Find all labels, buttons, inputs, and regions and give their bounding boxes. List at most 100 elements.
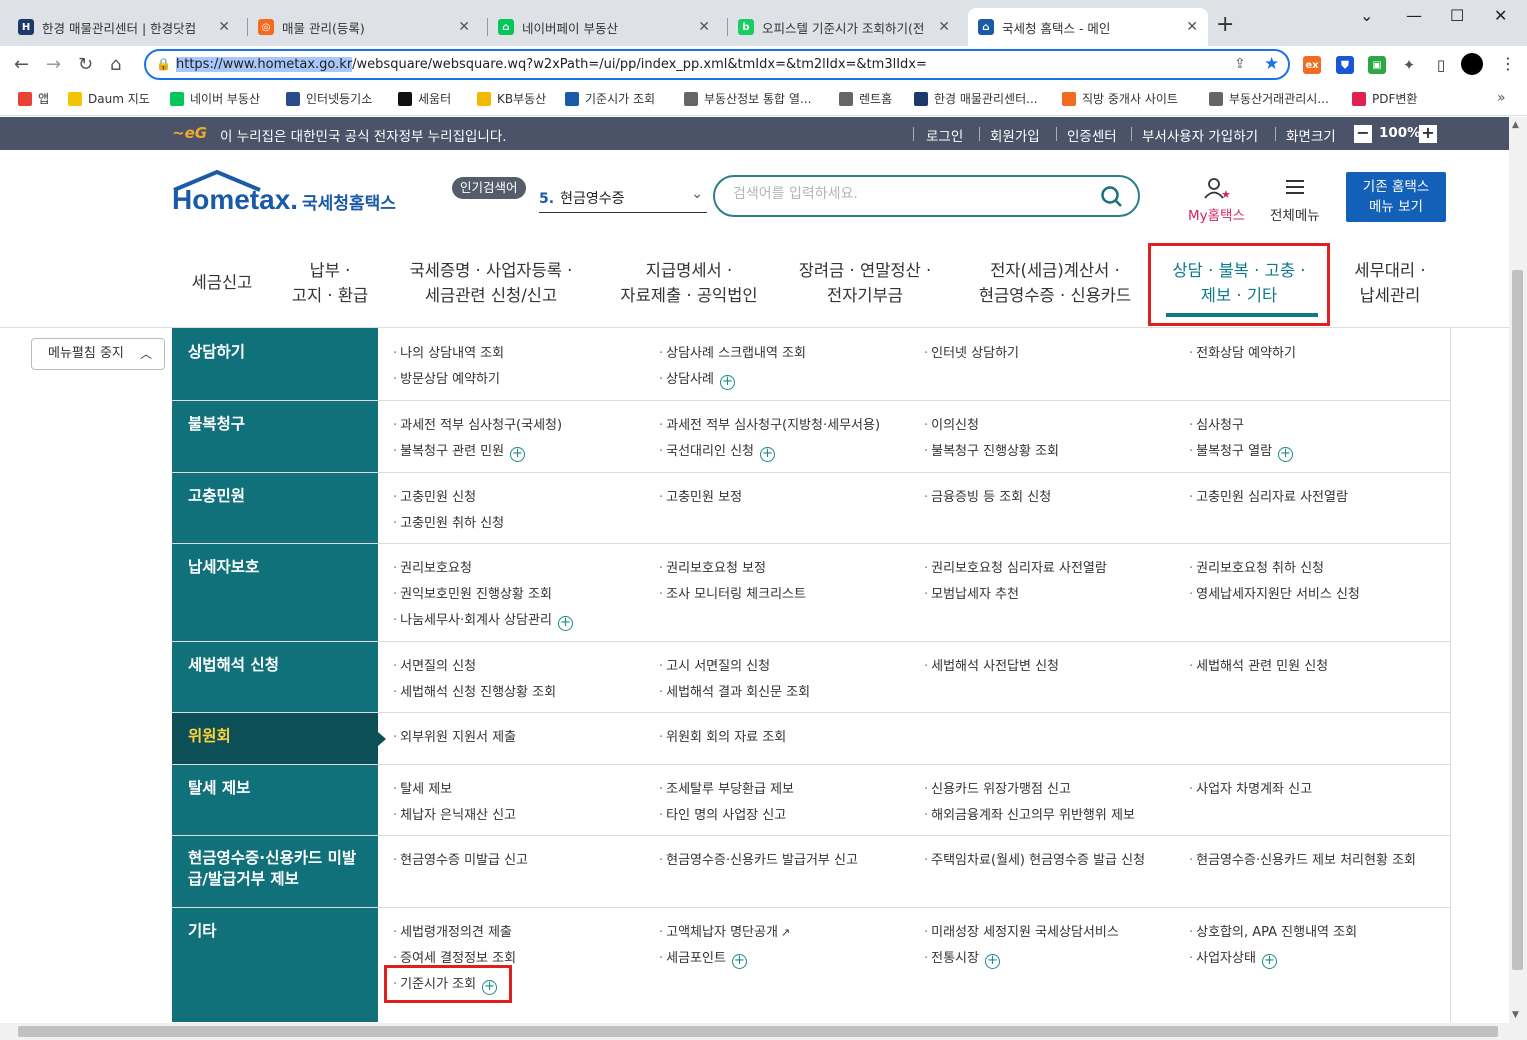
browser-tab-0[interactable]: H 한경 매물관리센터 | 한경닷컴 ✕ — [8, 8, 240, 46]
menu-item[interactable]: 고충민원 취하 신청 — [393, 512, 504, 531]
menu-item[interactable]: 세법해석 결과 회신문 조회 — [659, 681, 810, 700]
menu-item[interactable]: 위원회 회의 자료 조회 — [659, 726, 786, 745]
menu-item[interactable]: 체납자 은닉재산 신고 — [393, 804, 516, 823]
extension-green-icon[interactable]: ▣ — [1368, 56, 1386, 74]
share-icon[interactable]: ⇪ — [1234, 56, 1246, 72]
dept-signup-link[interactable]: 부서사용자 가입하기 — [1142, 125, 1258, 145]
menu-item[interactable]: 현금영수증·신용카드 제보 처리현황 조회 — [1189, 849, 1416, 868]
menu-item[interactable]: 권리보호요청 심리자료 사전열람 — [924, 557, 1107, 576]
menu-item[interactable]: 나의 상담내역 조회 — [393, 342, 504, 361]
tab-close-icon[interactable]: ✕ — [698, 19, 710, 35]
menu-item[interactable]: 과세전 적부 심사청구(국세청) — [393, 414, 562, 433]
category-5[interactable]: 위원회 — [172, 712, 386, 764]
more-menu-icon[interactable]: ⋮ — [1500, 54, 1516, 73]
bookmark-item[interactable]: 렌트홈 — [839, 90, 892, 107]
gnb-menu-2[interactable]: 국세증명 · 사업자등록 · 세금관련 신청/신고 — [381, 258, 601, 308]
forward-icon[interactable]: → — [46, 54, 61, 75]
my-hometax-button[interactable]: ★ My홈택스 — [1188, 176, 1245, 224]
menu-item[interactable]: 조사 모니터링 체크리스트 — [659, 583, 806, 602]
menu-item[interactable]: 세법해석 관련 민원 신청 — [1189, 655, 1328, 674]
bookmarks-overflow-icon[interactable]: » — [1497, 90, 1506, 106]
menu-item[interactable]: 미래성장 세정지원 국세상담서비스 — [924, 921, 1119, 940]
menu-item[interactable]: 국선대리인 신청+ — [659, 440, 775, 462]
menu-item[interactable]: 고액체납자 명단공개↗ — [659, 921, 790, 940]
menu-item[interactable]: 주택임차료(월세) 현금영수증 발급 신청 — [924, 849, 1145, 868]
tab-close-icon[interactable]: ✕ — [218, 19, 230, 35]
bookmark-item[interactable]: 부동산거래관리시... — [1209, 90, 1329, 107]
category-1[interactable]: 불복청구 — [172, 400, 378, 472]
menu-item[interactable]: 나눔세무사·회계사 상담관리+ — [393, 609, 573, 631]
sidepanel-icon[interactable]: ▯ — [1432, 56, 1450, 74]
new-tab-button[interactable]: + — [1216, 12, 1234, 37]
shield-icon[interactable]: ⛊ — [1336, 56, 1354, 74]
bookmark-item[interactable]: PDF변환 — [1352, 90, 1417, 107]
browser-tab-2[interactable]: ⌂ 네이버페이 부동산 ✕ — [488, 8, 720, 46]
menu-item[interactable]: 신용카드 위장가맹점 신고 — [924, 778, 1071, 797]
category-3[interactable]: 납세자보호 — [172, 543, 378, 641]
expand-plus-icon[interactable]: + — [1278, 447, 1294, 462]
menu-item[interactable]: 이의신청 — [924, 414, 979, 433]
minimize-icon[interactable]: — — [1406, 6, 1422, 25]
menu-item[interactable]: 모범납세자 추천 — [924, 583, 1019, 602]
menu-item[interactable]: 불복청구 열람+ — [1189, 440, 1294, 462]
address-bar[interactable]: 🔒 https://www.hometax.go.kr/websquare/we… — [144, 49, 1290, 80]
menu-item[interactable]: 고시 서면질의 신청 — [659, 655, 770, 674]
category-2[interactable]: 고충민원 — [172, 472, 378, 543]
scroll-down-arrow[interactable]: ▼ — [1512, 1010, 1519, 1020]
menu-item[interactable]: 심사청구 — [1189, 414, 1244, 433]
expand-plus-icon[interactable]: + — [557, 616, 573, 631]
menu-item[interactable]: 불복청구 관련 민원+ — [393, 440, 526, 462]
scroll-up-arrow[interactable]: ▲ — [1512, 120, 1519, 130]
browser-tab-3[interactable]: b 오피스텔 기준시가 조회하기(전 ✕ — [728, 8, 960, 46]
menu-item[interactable]: 고충민원 신청 — [393, 486, 476, 505]
menu-item[interactable]: 세법령개정의견 제출 — [393, 921, 512, 940]
menu-item[interactable]: 서면질의 신청 — [393, 655, 476, 674]
extension-icon[interactable]: ex — [1303, 56, 1321, 74]
menu-item[interactable]: 권리보호요청 취하 신청 — [1189, 557, 1324, 576]
profile-avatar[interactable] — [1461, 53, 1483, 75]
menu-item[interactable]: 타인 명의 사업장 신고 — [659, 804, 786, 823]
menu-item[interactable]: 사업자 차명계좌 신고 — [1189, 778, 1312, 797]
menu-item[interactable]: 전통시장+ — [924, 947, 1000, 969]
all-menu-button[interactable]: 전체메뉴 — [1270, 176, 1320, 224]
menu-item[interactable]: 권리보호요청 보정 — [659, 557, 766, 576]
back-icon[interactable]: ← — [14, 54, 29, 75]
bookmark-item[interactable]: 기준시가 조회 — [565, 90, 655, 107]
bookmark-item[interactable]: 네이버 부동산 — [170, 90, 260, 107]
horizontal-scroll-thumb[interactable] — [18, 1026, 1498, 1037]
gnb-menu-4[interactable]: 장려금 · 연말정산 · 전자기부금 — [755, 258, 975, 308]
search-input[interactable] — [733, 186, 1093, 202]
signup-link[interactable]: 회원가입 — [990, 125, 1040, 145]
expand-plus-icon[interactable]: + — [510, 447, 526, 462]
bookmark-star-icon[interactable]: ★ — [1264, 54, 1279, 74]
menu-item[interactable]: 조세탈루 부당환급 제보 — [659, 778, 794, 797]
menu-item[interactable]: 고충민원 심리자료 사전열람 — [1189, 486, 1348, 505]
menu-item[interactable]: 방문상담 예약하기 — [393, 368, 500, 387]
tab-close-icon[interactable]: ✕ — [1186, 19, 1198, 35]
bookmark-item[interactable]: 인터넷등기소 — [286, 90, 372, 107]
category-6[interactable]: 탈세 제보 — [172, 764, 378, 835]
bookmark-item[interactable]: Daum 지도 — [68, 90, 150, 107]
bookmark-item[interactable]: 앱 — [18, 90, 49, 107]
expand-plus-icon[interactable]: + — [731, 954, 747, 969]
home-icon[interactable]: ⌂ — [110, 54, 121, 75]
category-4[interactable]: 세법해석 신청 — [172, 641, 378, 712]
tab-close-icon[interactable]: ✕ — [938, 19, 950, 35]
menu-item[interactable]: 현금영수증·신용카드 발급거부 신고 — [659, 849, 858, 868]
expand-plus-icon[interactable]: + — [719, 375, 735, 390]
menu-item[interactable]: 영세납세자지원단 서비스 신청 — [1189, 583, 1360, 602]
bookmark-item[interactable]: 한경 매물관리센터... — [914, 90, 1038, 107]
maximize-icon[interactable]: ☐ — [1450, 6, 1464, 25]
expand-plus-icon[interactable]: + — [1261, 954, 1277, 969]
menu-fold-toggle-button[interactable]: 메뉴펼침 중지 ︿ — [31, 338, 165, 370]
menu-item[interactable]: 증여세 결정정보 조회 — [393, 947, 516, 966]
expand-plus-icon[interactable]: + — [984, 954, 1000, 969]
bookmark-item[interactable]: 부동산정보 통합 열... — [684, 90, 811, 107]
menu-item[interactable]: 세금포인트+ — [659, 947, 747, 969]
puzzle-icon[interactable]: ✦ — [1400, 56, 1418, 74]
tab-close-icon[interactable]: ✕ — [458, 19, 470, 35]
menu-item[interactable]: 상담사례 스크랩내역 조회 — [659, 342, 806, 361]
menu-item[interactable]: 상호합의, APA 진행내역 조회 — [1189, 921, 1357, 940]
menu-item[interactable]: 탈세 제보 — [393, 778, 452, 797]
expand-plus-icon[interactable]: + — [760, 447, 775, 462]
